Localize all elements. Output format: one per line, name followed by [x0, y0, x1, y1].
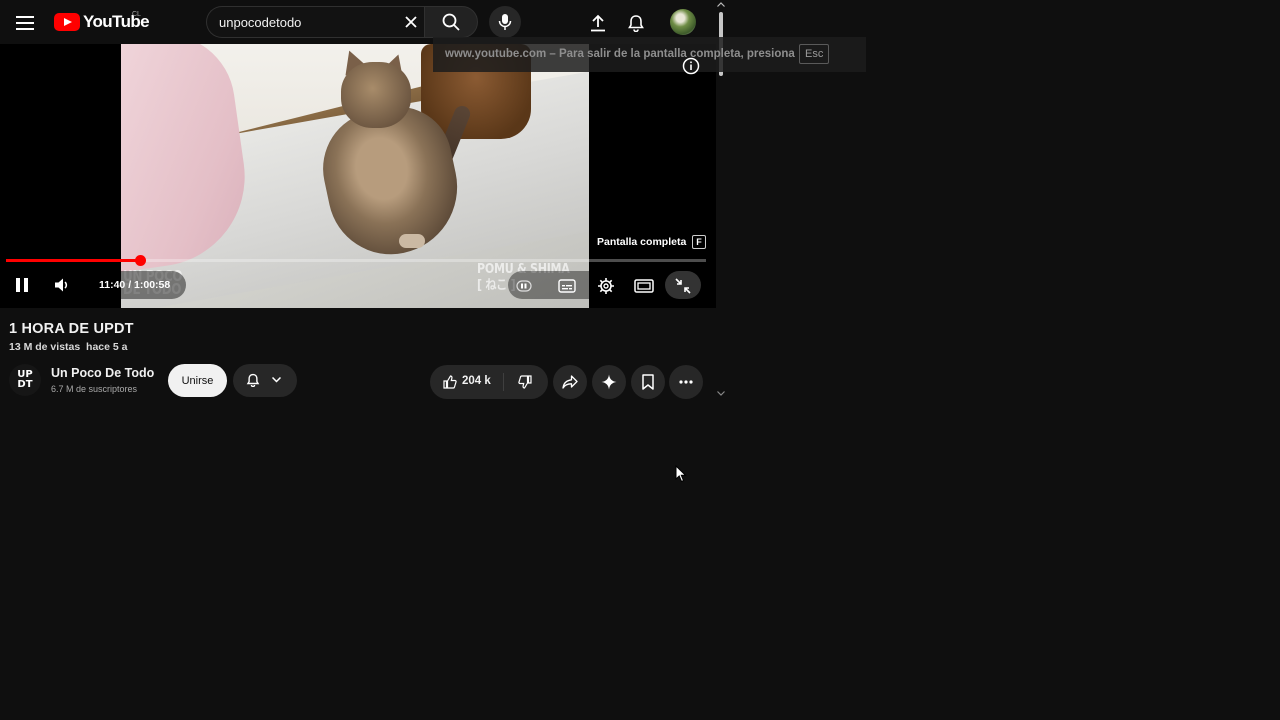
youtube-logo-icon [54, 13, 80, 31]
video-title: 1 HORA DE UPDT [9, 321, 134, 337]
theater-icon [634, 279, 654, 293]
info-icon [682, 57, 700, 75]
time-text: 11:40 / 1:00:58 [99, 279, 170, 291]
subtitles-button[interactable] [555, 274, 579, 298]
share-icon [562, 375, 578, 389]
chevron-down-icon [717, 390, 725, 396]
bell-icon [246, 373, 260, 387]
settings-button[interactable] [594, 274, 618, 298]
menu-button[interactable] [10, 8, 40, 38]
bookmark-icon [642, 374, 654, 390]
fullscreen-notice-text: www.youtube.com – Para salir de la panta… [445, 48, 795, 60]
time-separator: / [125, 279, 135, 291]
search-input[interactable] [219, 15, 389, 30]
video-info-button[interactable] [682, 57, 700, 75]
view-count: 13 M de vistas [9, 341, 81, 353]
thumbs-up-icon [443, 375, 457, 389]
search-icon [442, 13, 460, 31]
subtitles-icon [558, 279, 576, 293]
esc-key-hint: Esc [799, 44, 830, 64]
tooltip-label: Pantalla completa [597, 236, 687, 248]
progress-bar-played [6, 259, 140, 262]
video-meta[interactable]: 13 M de vistas hace 5 a [9, 341, 128, 353]
miniplayer-icon [516, 280, 532, 292]
upload-icon [591, 14, 605, 32]
voice-search-button[interactable] [489, 6, 521, 38]
join-button[interactable]: Unirse [168, 364, 227, 397]
more-icon [679, 380, 693, 384]
pause-icon [16, 278, 28, 292]
duration: 1:00:58 [134, 279, 171, 291]
thumbs-down-icon [518, 375, 532, 389]
notifications-button[interactable] [622, 9, 650, 37]
clear-search-button[interactable] [398, 10, 424, 34]
mouse-cursor [675, 465, 687, 483]
bell-icon [628, 15, 644, 32]
upload-age: hace 5 a [86, 341, 128, 353]
chevron-up-icon [717, 1, 725, 7]
cursor-arrow-icon [675, 465, 687, 483]
video-frame[interactable]: UN POCO DE TODO POMU & SHIMA [ ねこ ] [121, 44, 589, 308]
close-icon [405, 16, 417, 28]
account-avatar[interactable] [670, 9, 696, 35]
more-actions-button[interactable] [669, 365, 703, 399]
fullscreen-tooltip: Pantalla completa F [597, 235, 706, 249]
channel-avatar[interactable]: UP DT [9, 364, 41, 396]
subscriber-count: 6.7 M de suscriptores [51, 384, 138, 394]
gear-icon [598, 278, 614, 294]
save-button[interactable] [631, 365, 665, 399]
share-button[interactable] [553, 365, 587, 399]
theater-mode-button[interactable] [632, 274, 656, 298]
mic-icon [498, 14, 512, 30]
scroll-up-button[interactable] [716, 0, 726, 8]
sparkle-icon [601, 374, 617, 390]
channel-avatar-text: UP DT [17, 369, 33, 390]
miniplayer-toggle[interactable] [514, 276, 534, 296]
kitten-paw [399, 234, 425, 248]
video-player[interactable]: UN POCO DE TODO POMU & SHIMA [ ねこ ] [0, 44, 716, 308]
search-button[interactable] [424, 6, 478, 38]
chevron-down-icon [272, 377, 281, 383]
mute-button[interactable] [50, 273, 74, 297]
ask-button[interactable] [592, 365, 626, 399]
fullscreen-exit-icon [675, 278, 691, 294]
like-button[interactable] [441, 373, 459, 391]
dislike-button[interactable] [516, 373, 534, 391]
create-button[interactable] [584, 9, 612, 37]
progress-scrubber[interactable] [135, 255, 146, 266]
volume-icon [55, 278, 68, 292]
play-pause-button[interactable] [10, 273, 34, 297]
like-count: 204 k [462, 375, 491, 387]
country-code: CL [132, 11, 141, 18]
subscription-notifications-button[interactable] [233, 364, 297, 397]
channel-name[interactable]: Un Poco De Todo [51, 366, 154, 380]
current-time: 11:40 [99, 279, 126, 291]
scroll-down-button[interactable] [716, 388, 726, 398]
like-divider [503, 373, 504, 391]
tooltip-key: F [692, 235, 706, 249]
kitten-head [341, 62, 411, 128]
menu-icon [16, 16, 34, 30]
search-box[interactable] [206, 6, 424, 38]
exit-fullscreen-button[interactable] [671, 274, 695, 298]
fullscreen-exit-notice: www.youtube.com – Para salir de la panta… [433, 37, 866, 72]
